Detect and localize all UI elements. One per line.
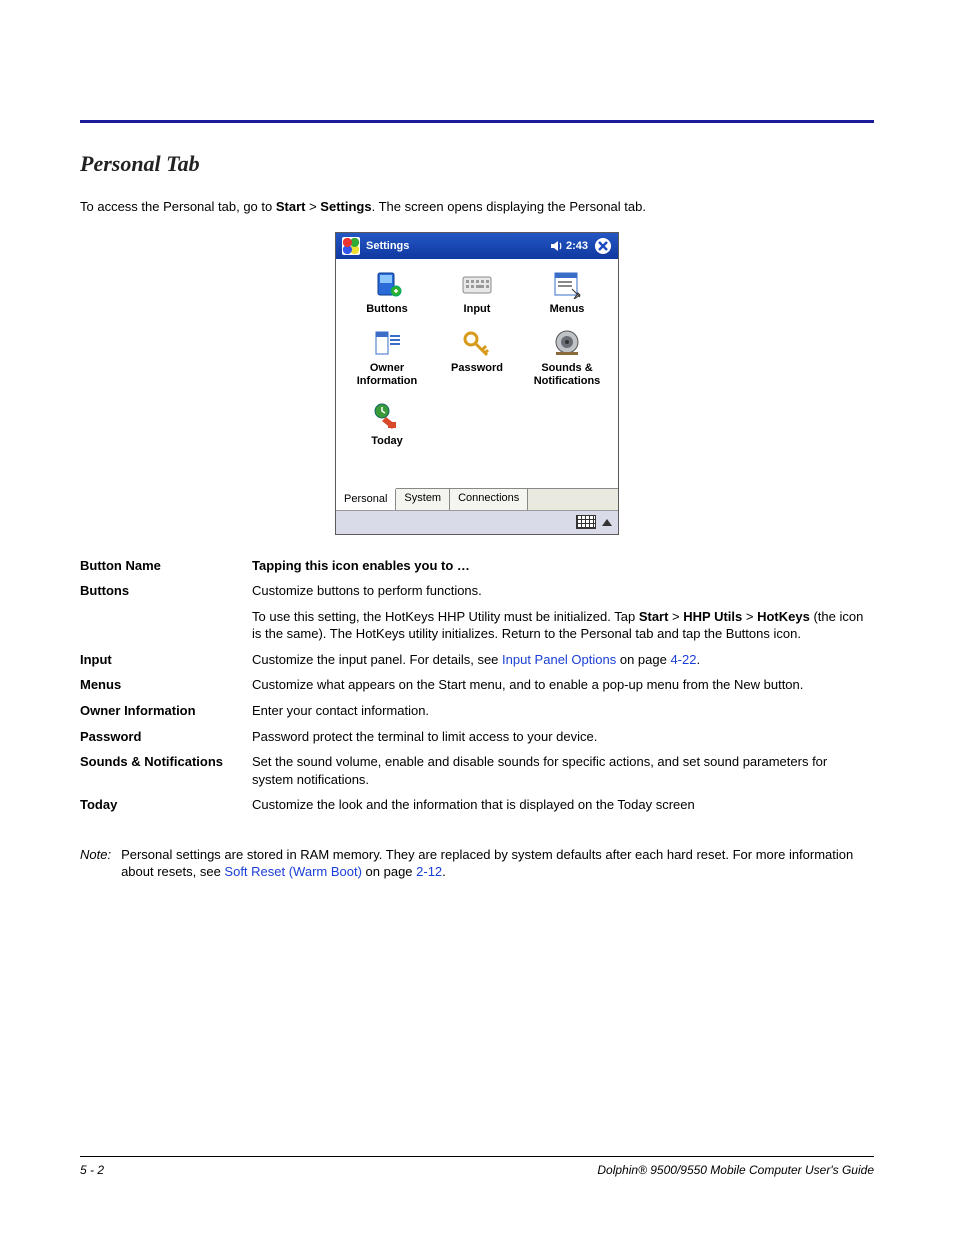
button-description-table: Button Name Tapping this icon enables yo… — [80, 553, 874, 818]
row-name: Password — [80, 724, 252, 750]
screenshot-app-input[interactable]: Input — [432, 269, 522, 316]
section-title: Personal Tab — [80, 151, 874, 177]
row-desc: Enter your contact information. — [252, 698, 874, 724]
doc-title: Dolphin® 9500/9550 Mobile Computer User'… — [597, 1163, 874, 1177]
screenshot-app-label: Menus — [522, 303, 612, 316]
key-icon — [460, 328, 494, 358]
windows-flag-icon — [342, 237, 360, 255]
cross-reference-link[interactable]: Soft Reset (Warm Boot) — [224, 864, 362, 879]
page-footer: 5 - 2 Dolphin® 9500/9550 Mobile Computer… — [80, 1156, 874, 1177]
settings-screenshot: Settings 2:43 ButtonsInputMenus Owner Inf… — [335, 232, 619, 535]
table-row: MenusCustomize what appears on the Start… — [80, 672, 874, 698]
inline-bold: HotKeys — [757, 609, 810, 624]
row-desc: Customize the input panel. For details, … — [252, 647, 874, 673]
cross-reference-link[interactable]: Input Panel Options — [502, 652, 616, 667]
table-header-desc: Tapping this icon enables you to … — [252, 553, 874, 579]
intro-paragraph: To access the Personal tab, go to Start … — [80, 199, 874, 214]
inline-bold: Start — [639, 609, 669, 624]
table-row: ButtonsCustomize buttons to perform func… — [80, 578, 874, 604]
screenshot-app-menus[interactable]: Menus — [522, 269, 612, 316]
row-name: Buttons — [80, 578, 252, 604]
buttons-icon — [370, 269, 404, 299]
screenshot-tab-connections[interactable]: Connections — [450, 489, 528, 510]
page-number: 5 - 2 — [80, 1163, 104, 1177]
screenshot-app-label: Input — [432, 303, 522, 316]
row-desc: Password protect the terminal to limit a… — [252, 724, 874, 750]
note-text: Personal settings are stored in RAM memo… — [121, 846, 874, 881]
row-desc: Customize the look and the information t… — [252, 792, 874, 818]
keyboard-icon — [460, 269, 494, 299]
screenshot-app-label: Today — [342, 435, 432, 448]
screenshot-app-label: Buttons — [342, 303, 432, 316]
screenshot-tabs: PersonalSystemConnections — [336, 488, 618, 510]
row-desc-extra: To use this setting, the HotKeys HHP Uti… — [252, 604, 874, 647]
screenshot-app-label: Owner Information — [342, 362, 432, 388]
screenshot-tab-personal[interactable]: Personal — [336, 488, 396, 510]
volume-icon — [550, 239, 564, 253]
screenshot-tab-system[interactable]: System — [396, 489, 450, 510]
cross-reference-link[interactable]: 2-12 — [416, 864, 442, 879]
table-row: Sounds & NotificationsSet the sound volu… — [80, 749, 874, 792]
screenshot-bottombar — [336, 510, 618, 534]
table-row: InputCustomize the input panel. For deta… — [80, 647, 874, 673]
owner-icon — [370, 328, 404, 358]
screenshot-title: Settings — [366, 240, 409, 252]
menus-icon — [550, 269, 584, 299]
screenshot-app-today[interactable]: Today — [342, 401, 432, 448]
intro-settings: Settings — [320, 199, 371, 214]
inline-bold: HHP Utils — [683, 609, 742, 624]
screenshot-time: 2:43 — [566, 240, 588, 252]
screenshot-app-sounds-notifications[interactable]: Sounds & Notifications — [522, 328, 612, 388]
row-name: Today — [80, 792, 252, 818]
table-row: To use this setting, the HotKeys HHP Uti… — [80, 604, 874, 647]
today-icon — [370, 401, 404, 431]
table-header-name: Button Name — [80, 553, 252, 579]
row-name: Menus — [80, 672, 252, 698]
row-name: Input — [80, 647, 252, 673]
screenshot-app-buttons[interactable]: Buttons — [342, 269, 432, 316]
intro-post: . The screen opens displaying the Person… — [372, 199, 646, 214]
screenshot-app-label: Password — [432, 362, 522, 375]
header-rule — [80, 120, 874, 123]
row-name: Sounds & Notifications — [80, 749, 252, 792]
row-name: Owner Information — [80, 698, 252, 724]
table-row: Owner InformationEnter your contact info… — [80, 698, 874, 724]
note-block: Note: Personal settings are stored in RA… — [80, 846, 874, 881]
row-desc: Customize buttons to perform functions. — [252, 578, 874, 604]
sip-keyboard-icon — [576, 515, 596, 529]
speaker-app-icon — [550, 328, 584, 358]
intro-start: Start — [276, 199, 306, 214]
row-desc: Set the sound volume, enable and disable… — [252, 749, 874, 792]
up-caret-icon — [602, 519, 612, 526]
cross-reference-link[interactable]: 4-22 — [670, 652, 696, 667]
screenshot-app-password[interactable]: Password — [432, 328, 522, 388]
row-desc: Customize what appears on the Start menu… — [252, 672, 874, 698]
table-row: PasswordPassword protect the terminal to… — [80, 724, 874, 750]
note-label: Note: — [80, 846, 111, 881]
screenshot-app-label: Sounds & Notifications — [522, 362, 612, 388]
screenshot-app-owner-information[interactable]: Owner Information — [342, 328, 432, 388]
intro-pre: To access the Personal tab, go to — [80, 199, 276, 214]
screenshot-icon-grid: ButtonsInputMenus Owner InformationPasswo… — [336, 259, 618, 488]
close-icon — [594, 237, 612, 255]
intro-sep: > — [305, 199, 320, 214]
table-row: TodayCustomize the look and the informat… — [80, 792, 874, 818]
screenshot-titlebar: Settings 2:43 — [336, 233, 618, 259]
